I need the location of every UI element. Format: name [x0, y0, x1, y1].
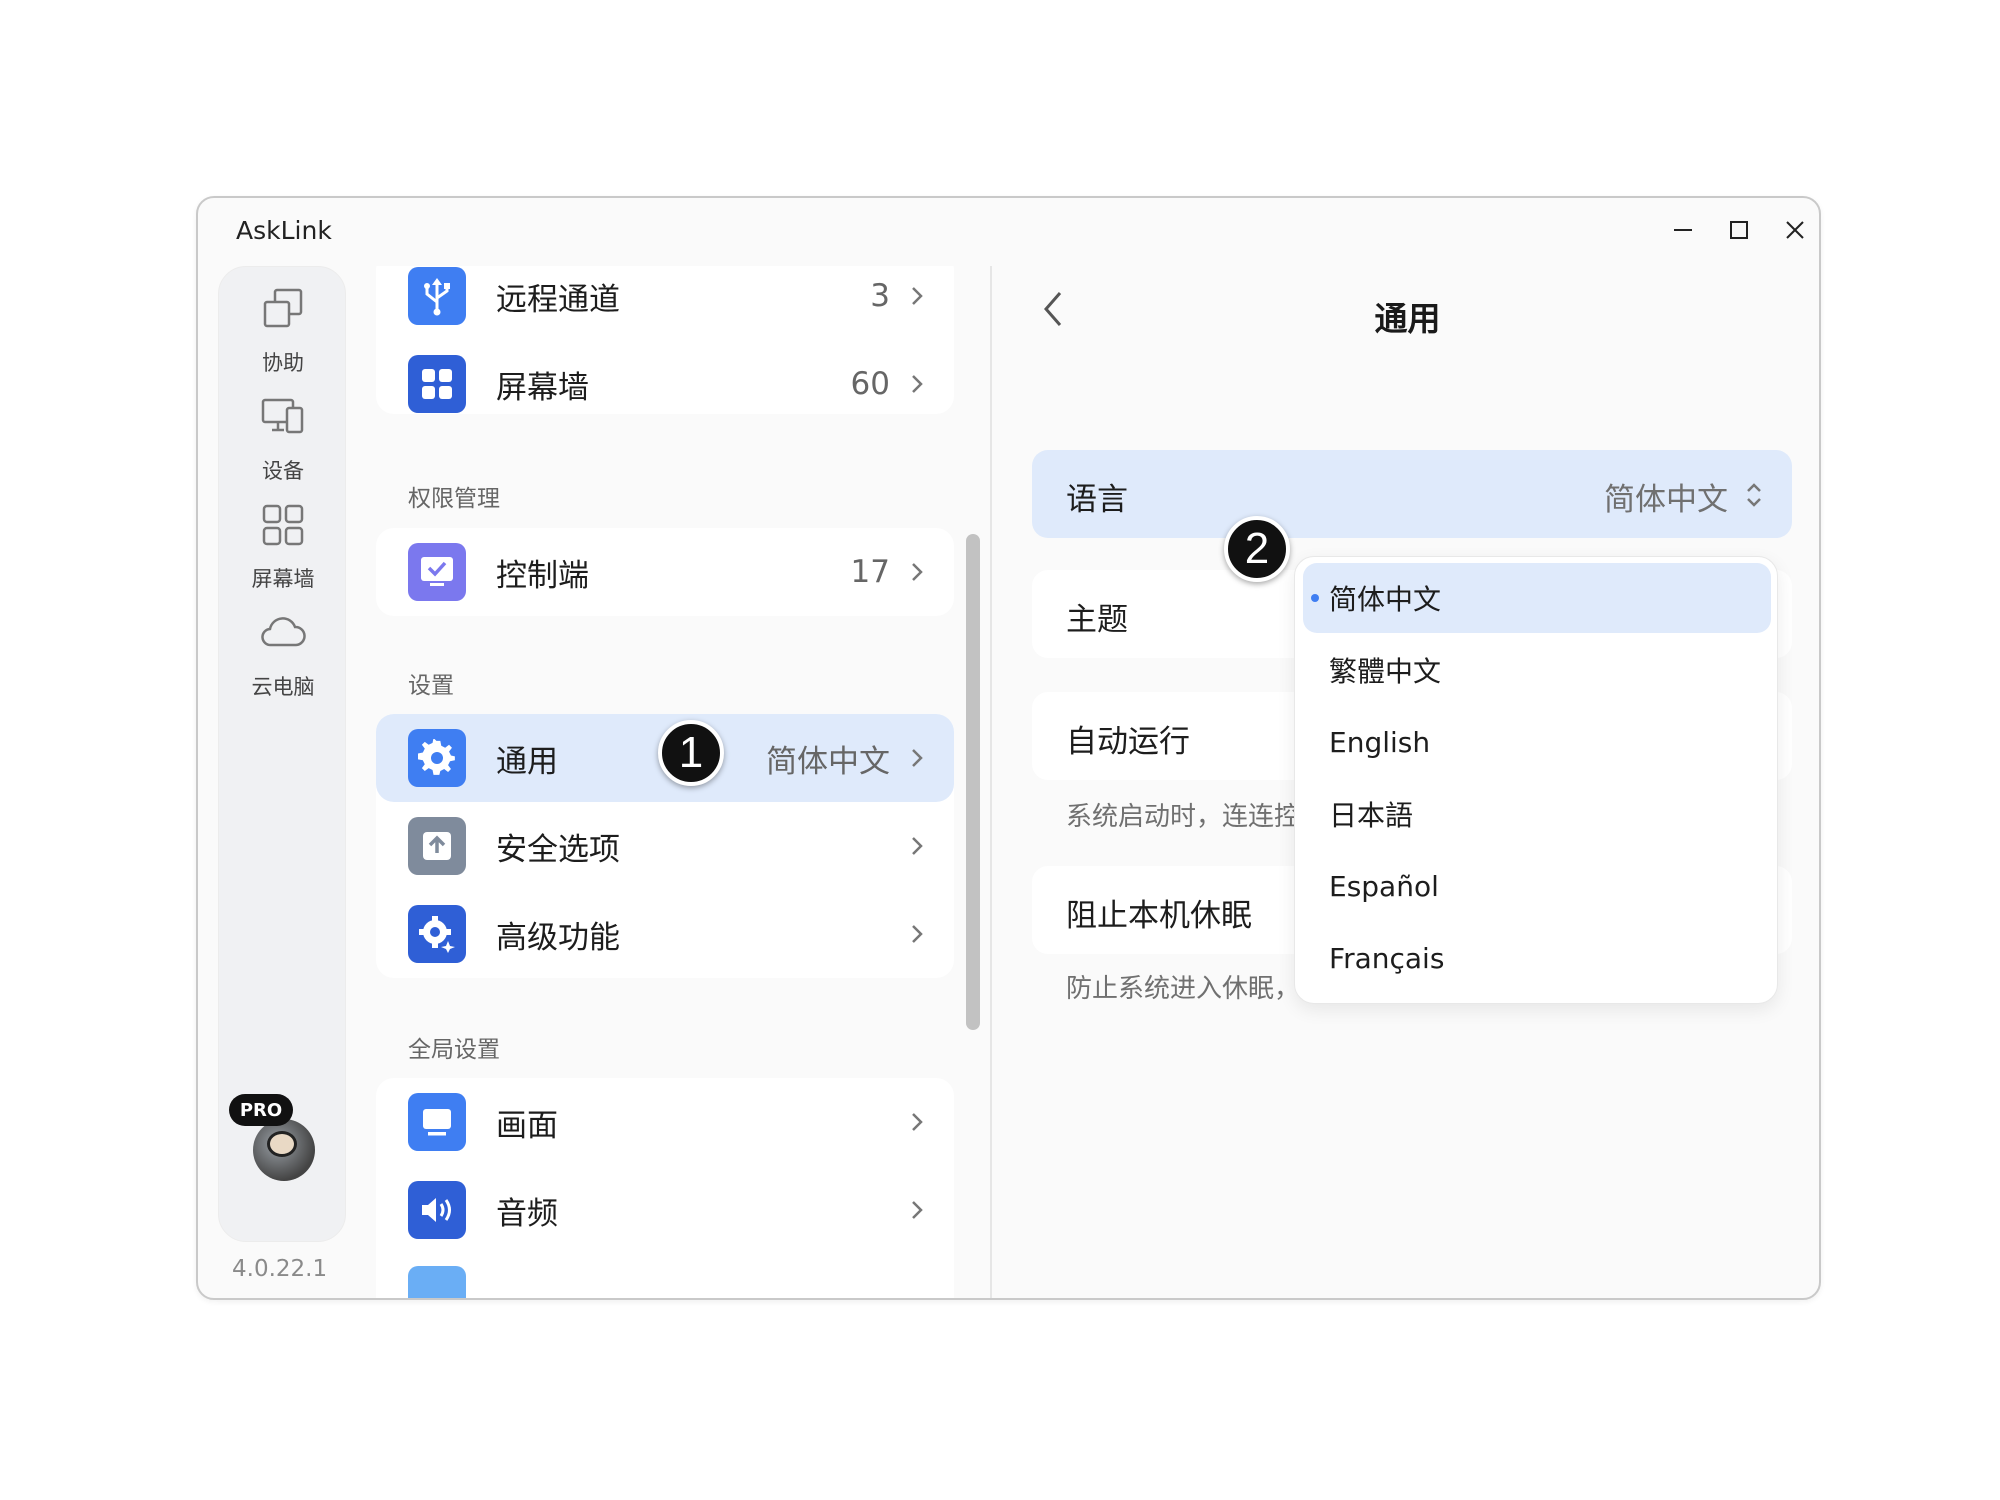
- devices-icon: [255, 389, 311, 445]
- close-button[interactable]: [1770, 208, 1819, 252]
- option-label: English: [1329, 725, 1431, 759]
- list-row-audio[interactable]: 音频: [376, 1166, 954, 1254]
- list-row-controller[interactable]: 控制端 17: [376, 528, 954, 616]
- grid-icon: [408, 355, 466, 413]
- step-marker-1: 1: [658, 720, 724, 786]
- monitor-check-icon: [408, 543, 466, 601]
- list-row-display[interactable]: 画面: [376, 1078, 954, 1166]
- cloud-icon: [255, 605, 311, 661]
- language-option[interactable]: English: [1303, 707, 1771, 777]
- section-title-permissions: 权限管理: [408, 486, 500, 512]
- list-row-label: 高级功能: [496, 919, 620, 956]
- autorun-desc: 系统启动时，连连控: [1066, 802, 1301, 832]
- rail-item-cloudpc[interactable]: 云电脑: [219, 591, 347, 703]
- gear-icon: [408, 729, 466, 787]
- setting-label: 主题: [1066, 602, 1128, 638]
- list-row-label: 远程通道: [496, 281, 620, 318]
- setting-label: 阻止本机休眠: [1066, 898, 1252, 934]
- language-setting[interactable]: 语言 简体中文: [1032, 450, 1792, 538]
- chevron-right-icon: [912, 563, 923, 581]
- list-row-value: 简体中文: [766, 743, 890, 780]
- list-row-partial[interactable]: [376, 1254, 954, 1298]
- list-row-value: 3: [870, 278, 890, 314]
- step-marker-2: 2: [1224, 516, 1290, 582]
- language-dropdown: 简体中文 繁體中文 English 日本語 Español Français: [1294, 556, 1778, 1004]
- list-row-advanced[interactable]: 高级功能: [376, 890, 954, 978]
- list-card-top: 远程通道 3 屏幕墙 60: [376, 266, 954, 414]
- rail-item-assist[interactable]: 协助: [219, 267, 347, 379]
- option-label: Español: [1329, 869, 1439, 903]
- minimize-icon: [1674, 229, 1692, 231]
- rail-item-devices[interactable]: 设备: [219, 375, 347, 487]
- pro-badge: PRO: [229, 1094, 293, 1126]
- list-row-screenwall[interactable]: 屏幕墙 60: [376, 340, 954, 428]
- list-scrollbar[interactable]: [966, 534, 980, 1030]
- app-title: AskLink: [236, 216, 332, 245]
- list-row-security[interactable]: 安全选项: [376, 802, 954, 890]
- version-label: 4.0.22.1: [232, 1256, 328, 1282]
- rail-item-label: 设备: [262, 459, 304, 483]
- list-row-value: 60: [850, 366, 890, 402]
- rail-item-screenwall[interactable]: 屏幕墙: [219, 483, 347, 595]
- maximize-button[interactable]: [1714, 208, 1764, 252]
- display-icon: [408, 1093, 466, 1151]
- language-option[interactable]: 繁體中文: [1303, 635, 1771, 705]
- setting-label: 自动运行: [1066, 724, 1190, 760]
- list-row-label: 屏幕墙: [496, 369, 589, 406]
- list-row-label: 安全选项: [496, 831, 620, 868]
- advanced-gear-icon: [408, 905, 466, 963]
- chevron-right-icon: [912, 925, 923, 943]
- rail-item-label: 云电脑: [251, 675, 315, 699]
- partial-row-icon: [408, 1266, 466, 1298]
- language-option[interactable]: Español: [1303, 851, 1771, 921]
- chevron-right-icon: [912, 837, 923, 855]
- option-label: 简体中文: [1329, 583, 1442, 616]
- settings-list: 远程通道 3 屏幕墙 60 权限管理 控制端 17 设置 通用 简体中文 安全选…: [376, 266, 961, 1298]
- language-option[interactable]: 日本語: [1303, 779, 1771, 849]
- language-value: 简体中文: [1604, 482, 1728, 518]
- section-title-global: 全局设置: [408, 1037, 500, 1063]
- option-label: Français: [1329, 941, 1445, 975]
- list-row-value: 17: [850, 554, 890, 590]
- section-title-settings: 设置: [408, 673, 454, 699]
- chevron-right-icon: [912, 749, 923, 767]
- setting-label: 语言: [1066, 482, 1128, 518]
- speaker-icon: [408, 1181, 466, 1239]
- chevron-right-icon: [912, 1201, 923, 1219]
- chevron-right-icon: [912, 287, 923, 305]
- avatar[interactable]: [253, 1119, 315, 1181]
- list-card-permissions: 控制端 17: [376, 528, 954, 616]
- grid-icon: [255, 497, 311, 553]
- option-label: 日本語: [1329, 799, 1414, 832]
- option-label: 繁體中文: [1329, 655, 1442, 688]
- chevron-right-icon: [912, 375, 923, 393]
- panel-divider: [990, 266, 992, 1298]
- language-option[interactable]: Français: [1303, 923, 1771, 993]
- list-row-label: 音频: [496, 1195, 558, 1232]
- list-row-label: 控制端: [496, 557, 589, 594]
- maximize-icon: [1730, 221, 1748, 239]
- list-row-label: 通用: [496, 743, 558, 780]
- nosleep-desc: 防止系统进入休眠，: [1066, 974, 1301, 1004]
- chevron-right-icon: [912, 1113, 923, 1131]
- page-title: 通用: [1374, 299, 1441, 338]
- selected-dot-icon: [1311, 594, 1319, 602]
- list-row-remote-channel[interactable]: 远程通道 3: [376, 266, 954, 340]
- upload-shield-icon: [408, 817, 466, 875]
- minimize-button[interactable]: [1658, 208, 1708, 252]
- list-row-label: 画面: [496, 1107, 558, 1144]
- usb-icon: [408, 267, 466, 325]
- language-option[interactable]: 简体中文: [1303, 563, 1771, 633]
- copy-windows-icon: [255, 281, 311, 337]
- rail-item-label: 屏幕墙: [251, 567, 315, 591]
- updown-chevron-icon: [1747, 483, 1761, 507]
- list-card-global: 画面 音频: [376, 1078, 954, 1298]
- rail-item-label: 协助: [262, 351, 304, 375]
- close-icon: [1786, 221, 1804, 239]
